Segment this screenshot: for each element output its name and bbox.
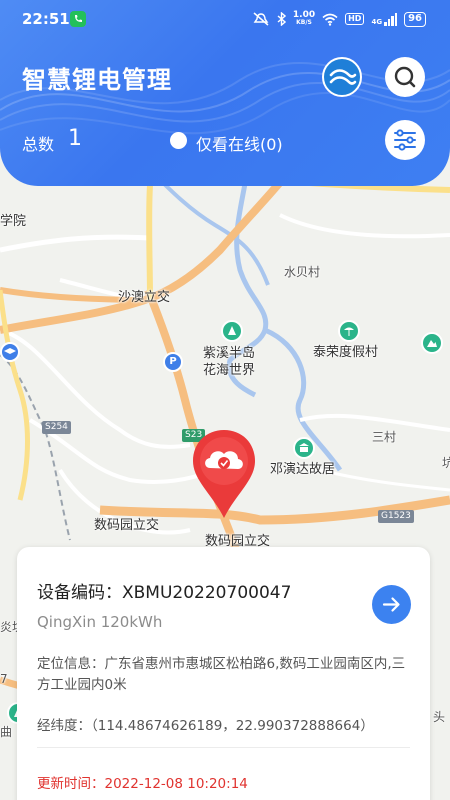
card-divider bbox=[37, 747, 410, 748]
status-bar: 22:51 1.00 KB/S HD 4G 96 bbox=[0, 0, 450, 38]
device-location-pin-icon[interactable] bbox=[190, 428, 258, 520]
map-label-qu: 曲 bbox=[0, 725, 13, 739]
search-icon bbox=[394, 66, 416, 88]
online-only-label[interactable]: 仅看在线(0) bbox=[196, 131, 283, 155]
poi-heritage-icon[interactable] bbox=[293, 437, 315, 459]
status-icons: 1.00 KB/S HD 4G 96 bbox=[252, 11, 426, 27]
map-label-tairong: 泰荣度假村 bbox=[313, 345, 379, 360]
road-shield-s254: S254 bbox=[42, 421, 71, 434]
wave-logo-icon bbox=[329, 69, 357, 85]
poi-park-icon[interactable] bbox=[221, 320, 243, 342]
map-label-shaao: 沙澳立交 bbox=[118, 290, 171, 305]
location-info: 定位信息：广东省惠州市惠城区松柏路6,数码工业园南区内,三方工业园内0米 bbox=[37, 656, 406, 693]
coordinates-info: 经纬度：（114.48674626189，22.990372888664） bbox=[37, 718, 374, 734]
search-button[interactable] bbox=[385, 57, 425, 97]
poi-school-icon[interactable] bbox=[0, 342, 20, 362]
device-detail-button[interactable] bbox=[372, 585, 411, 624]
arrow-right-icon bbox=[382, 597, 400, 612]
map-label-xueyuan: 学院 bbox=[0, 214, 27, 229]
app-title: 智慧锂电管理 bbox=[22, 66, 172, 94]
battery-indicator: 96 bbox=[404, 11, 426, 27]
map-label-shumayuan: 数码园立交 bbox=[94, 518, 160, 533]
online-only-radio[interactable] bbox=[170, 132, 187, 149]
update-time: 更新时间：2022-12-08 10:20:14 bbox=[37, 776, 248, 792]
status-time: 22:51 bbox=[22, 10, 70, 28]
map-label-tou: 头 bbox=[433, 710, 446, 724]
poi-resort-icon[interactable] bbox=[338, 320, 360, 342]
filter-sliders-icon bbox=[394, 129, 416, 151]
device-info-card[interactable]: 设备编码：XBMU20220700047 QingXin 120kWh 定位信息… bbox=[17, 547, 430, 800]
poi-mountain-icon[interactable] bbox=[421, 332, 443, 354]
signal-icon: 4G bbox=[371, 12, 398, 26]
bluetooth-icon bbox=[277, 12, 286, 26]
map-label-huahai: 花海世界 bbox=[203, 363, 256, 378]
mute-icon bbox=[253, 12, 269, 26]
map-label-shuibei: 水贝村 bbox=[284, 265, 321, 279]
map-label-dengyanda: 邓演达故居 bbox=[270, 462, 336, 477]
device-code: 设备编码：XBMU20220700047 bbox=[37, 583, 292, 603]
call-indicator-icon bbox=[70, 11, 86, 27]
signal-wave-button[interactable] bbox=[322, 57, 362, 97]
device-model: QingXin 120kWh bbox=[37, 613, 163, 631]
poi-parking-icon[interactable]: P bbox=[163, 352, 183, 372]
hd-badge: HD bbox=[345, 13, 365, 25]
app-header: 22:51 1.00 KB/S HD 4G 96 智慧锂电管理 总数 1 仅看在… bbox=[0, 0, 450, 186]
map-label-zixi: 紫溪半岛 bbox=[203, 346, 256, 361]
total-count: 1 bbox=[68, 126, 82, 151]
total-label: 总数 bbox=[22, 135, 55, 154]
map-label-kan: 坑 bbox=[442, 456, 450, 470]
wifi-icon bbox=[322, 13, 338, 26]
map-label-sancun: 三村 bbox=[372, 430, 397, 444]
net-speed: 1.00 KB/S bbox=[292, 10, 316, 27]
filter-button[interactable] bbox=[385, 120, 425, 160]
map-label-7: 7 bbox=[0, 672, 8, 686]
road-shield-g1523: G1523 bbox=[378, 510, 414, 523]
